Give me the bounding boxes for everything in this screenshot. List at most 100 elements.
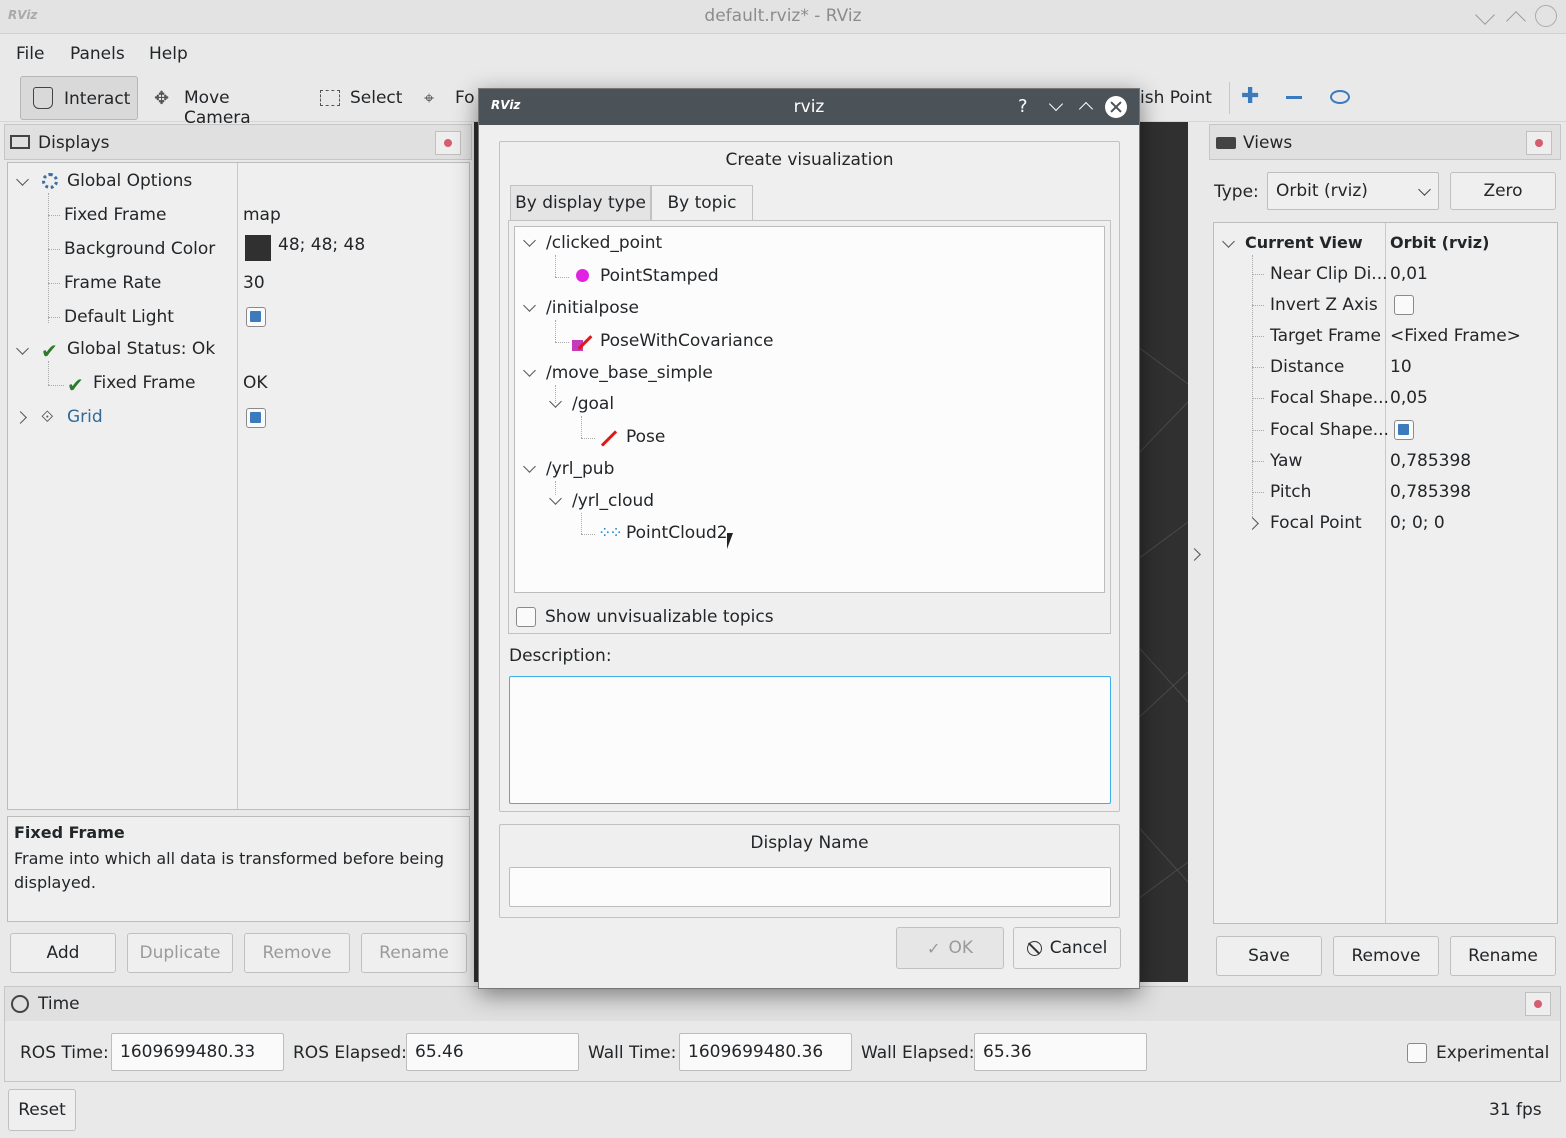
description-box[interactable] (509, 676, 1111, 804)
topic-move-base-simple[interactable]: /move_base_simple (546, 363, 713, 383)
focal-shape-size-value[interactable]: 0,05 (1390, 388, 1428, 408)
target-frame-value[interactable]: <Fixed Frame> (1390, 326, 1521, 346)
ros-elapsed-field[interactable]: 65.46 (406, 1033, 579, 1071)
status-fixed-frame-label[interactable]: Fixed Frame (93, 373, 195, 393)
ok-button[interactable]: ✓ OK (896, 927, 1004, 969)
tab-by-display-type[interactable]: By display type (510, 185, 651, 221)
background-color-value[interactable]: 48; 48; 48 (278, 235, 365, 255)
invert-z-checkbox[interactable] (1394, 295, 1414, 315)
tool-move-camera-button[interactable]: ✥ Move Camera (150, 76, 300, 128)
save-view-button[interactable]: Save (1216, 936, 1322, 976)
eye-icon[interactable] (1330, 90, 1350, 104)
distance-value[interactable]: 10 (1390, 357, 1412, 377)
distance-label[interactable]: Distance (1270, 357, 1344, 377)
expand-focal-point-icon[interactable] (1246, 517, 1259, 530)
rename-view-button[interactable]: Rename (1450, 936, 1556, 976)
global-status-label[interactable]: Global Status: Ok (67, 339, 215, 359)
view-type-select[interactable]: Orbit (rviz) (1267, 172, 1439, 210)
wall-elapsed-field[interactable]: 65.36 (974, 1033, 1147, 1071)
topic-clicked-point[interactable]: /clicked_point (546, 233, 662, 253)
default-light-label[interactable]: Default Light (64, 307, 174, 327)
expand-goal-icon[interactable] (549, 395, 562, 408)
global-options-label[interactable]: Global Options (67, 171, 192, 191)
tool-publish-point-button[interactable]: ish Point (1140, 76, 1220, 120)
current-view-label[interactable]: Current View (1245, 233, 1363, 252)
remove-tool-icon[interactable] (1286, 96, 1302, 99)
topic-initialpose[interactable]: /initialpose (546, 298, 639, 318)
background-color-swatch[interactable] (245, 235, 271, 261)
topic-yrl-cloud[interactable]: /yrl_cloud (572, 491, 654, 511)
display-pose-with-covariance[interactable]: PoseWithCovariance (600, 331, 773, 351)
grid-checkbox[interactable] (246, 408, 266, 428)
frame-rate-label[interactable]: Frame Rate (64, 273, 161, 293)
default-light-checkbox[interactable] (246, 307, 266, 327)
experimental-label[interactable]: Experimental (1436, 1043, 1549, 1063)
tool-select-button[interactable]: Select (315, 76, 410, 120)
frame-rate-value[interactable]: 30 (243, 273, 265, 293)
focal-point-value[interactable]: 0; 0; 0 (1390, 513, 1445, 533)
menu-help[interactable]: Help (149, 44, 188, 64)
fixed-frame-value[interactable]: map (243, 205, 281, 225)
current-view-value[interactable]: Orbit (rviz) (1390, 233, 1489, 252)
grid-label[interactable]: Grid (67, 407, 103, 427)
tab-by-topic-label: By topic (667, 193, 737, 213)
display-name-input[interactable] (509, 867, 1111, 907)
expand-yrl-cloud-icon[interactable] (549, 492, 562, 505)
show-unvisualizable-checkbox[interactable] (516, 607, 536, 627)
target-frame-label[interactable]: Target Frame (1270, 326, 1381, 346)
ros-time-field[interactable]: 1609699480.33 (111, 1033, 284, 1071)
expand-current-view-icon[interactable] (1222, 235, 1235, 248)
yaw-value[interactable]: 0,785398 (1390, 451, 1471, 471)
time-close-icon[interactable] (1525, 992, 1551, 1016)
collapse-views-icon[interactable] (1188, 540, 1208, 570)
near-clip-label[interactable]: Near Clip Di... (1270, 264, 1388, 284)
tool-focus-camera-button[interactable]: ⌖ Fo (420, 76, 478, 120)
remove-view-button[interactable]: Remove (1333, 936, 1439, 976)
topic-yrl-pub[interactable]: /yrl_pub (546, 459, 614, 479)
menu-panels[interactable]: Panels (70, 44, 125, 64)
rename-display-button[interactable]: Rename (361, 933, 467, 973)
focal-shape-size-label[interactable]: Focal Shape... (1270, 388, 1389, 408)
focal-shape-fixed-label[interactable]: Focal Shape... (1270, 420, 1389, 440)
dialog-close-icon[interactable] (1105, 96, 1127, 118)
display-pointcloud2[interactable]: PointCloud2 (626, 523, 728, 543)
invert-z-label[interactable]: Invert Z Axis (1270, 295, 1378, 315)
zero-button[interactable]: Zero (1450, 172, 1556, 210)
reset-button[interactable]: Reset (8, 1089, 76, 1131)
expand-grid-icon[interactable] (14, 411, 27, 424)
pitch-label[interactable]: Pitch (1270, 482, 1311, 502)
views-close-icon[interactable] (1526, 131, 1552, 155)
expand-global-options-icon[interactable] (16, 173, 29, 186)
show-unvisualizable-label[interactable]: Show unvisualizable topics (545, 607, 774, 627)
expand-global-status-icon[interactable] (16, 342, 29, 355)
cancel-button[interactable]: Cancel (1013, 927, 1121, 969)
add-tool-icon[interactable]: ✚ (1241, 84, 1259, 109)
expand-clicked-point-icon[interactable] (523, 234, 536, 247)
focal-shape-fixed-checkbox[interactable] (1394, 420, 1414, 440)
tab-by-topic[interactable]: By topic (651, 185, 753, 221)
dialog-help-icon[interactable]: ? (1018, 96, 1028, 117)
fixed-frame-label[interactable]: Fixed Frame (64, 205, 166, 225)
wall-time-field[interactable]: 1609699480.36 (679, 1033, 852, 1071)
window-close-icon[interactable] (1535, 5, 1557, 27)
background-color-label[interactable]: Background Color (64, 239, 215, 259)
topic-goal[interactable]: /goal (572, 394, 614, 414)
displays-close-icon[interactable] (435, 131, 461, 155)
status-fixed-frame-value[interactable]: OK (243, 373, 268, 393)
near-clip-value[interactable]: 0,01 (1390, 264, 1428, 284)
pitch-value[interactable]: 0,785398 (1390, 482, 1471, 502)
tool-interact-button[interactable]: Interact (20, 76, 138, 120)
display-pose[interactable]: Pose (626, 427, 665, 447)
expand-initialpose-icon[interactable] (523, 299, 536, 312)
add-display-button[interactable]: Add (10, 933, 116, 973)
add-display-label: Add (46, 943, 80, 963)
duplicate-display-button[interactable]: Duplicate (127, 933, 233, 973)
display-point-stamped[interactable]: PointStamped (600, 266, 719, 286)
experimental-checkbox[interactable] (1407, 1043, 1427, 1063)
yaw-label[interactable]: Yaw (1270, 451, 1302, 471)
remove-display-button[interactable]: Remove (244, 933, 350, 973)
focal-point-label[interactable]: Focal Point (1270, 513, 1362, 533)
expand-move-base-simple-icon[interactable] (523, 364, 536, 377)
menu-file[interactable]: File (16, 44, 44, 64)
expand-yrl-pub-icon[interactable] (523, 460, 536, 473)
